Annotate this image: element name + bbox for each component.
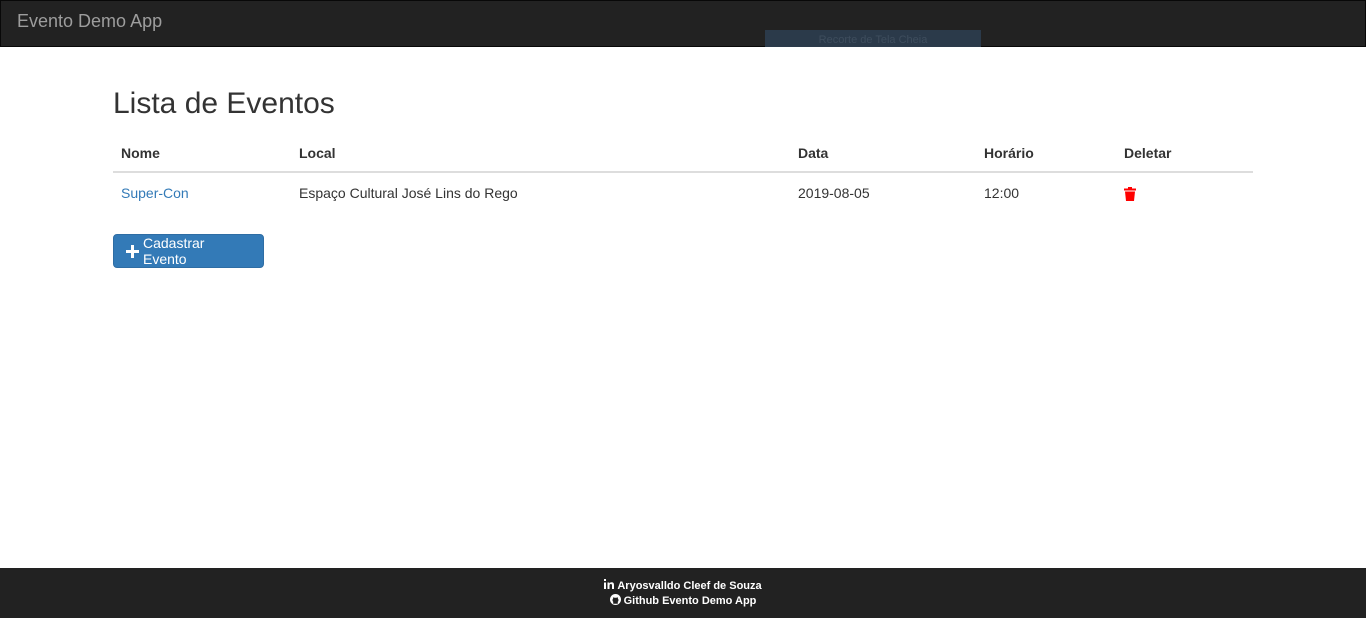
github-icon [609,593,624,608]
event-name-link[interactable]: Super-Con [121,185,189,201]
footer-repo-link[interactable]: Github Evento Demo App [0,593,1366,608]
navbar-brand[interactable]: Evento Demo App [17,11,162,31]
cell-data: 2019-08-05 [798,185,870,201]
footer: Aryosvalldo Cleef de Souza Github Evento… [0,568,1366,618]
main-container: Lista de Eventos Nome Local Data Horário… [113,47,1253,268]
events-table: Nome Local Data Horário Deletar Super-Co… [113,135,1253,215]
screen-capture-overlay: Recorte de Tela Cheia [765,30,981,47]
footer-repo: Github Evento Demo App [623,594,757,607]
column-header-deletar: Deletar [1116,135,1253,173]
column-header-horario: Horário [976,135,1116,173]
cell-local: Espaço Cultural José Lins do Rego [299,185,518,201]
cell-deletar [1116,172,1253,215]
top-navbar: Evento Demo App [0,0,1366,47]
column-header-data: Data [790,135,976,173]
table-header-row: Nome Local Data Horário Deletar [113,135,1253,173]
column-header-local: Local [291,135,790,173]
page-title: Lista de Eventos [113,87,335,120]
linkedin-icon [604,579,617,592]
footer-author: Aryosvalldo Cleef de Souza [617,579,762,592]
add-event-label: Cadastrar Evento [143,235,205,267]
footer-author-link[interactable]: Aryosvalldo Cleef de Souza [0,578,1366,593]
trash-icon[interactable] [1124,185,1138,201]
add-event-button[interactable]: Cadastrar Evento [113,234,264,268]
column-header-nome: Nome [113,135,291,173]
table-row: Super-Con Espaço Cultural José Lins do R… [113,172,1253,215]
plus-icon [126,244,139,258]
cell-horario: 12:00 [984,185,1020,201]
cell-nome: Super-Con [113,172,291,215]
